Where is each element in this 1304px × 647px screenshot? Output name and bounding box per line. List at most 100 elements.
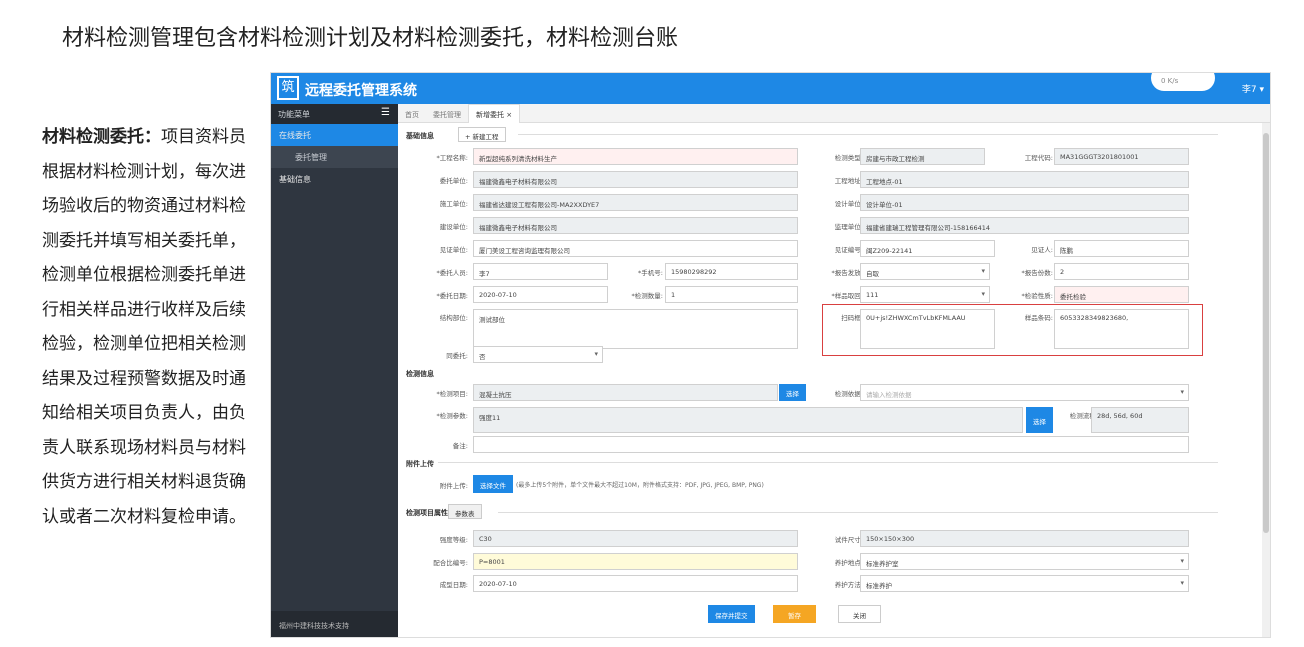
label: 工程地址: [834, 177, 863, 185]
description-text: 材料检测委托：项目资料员根据材料检测计划，每次进场验收后的物资通过材料检测委托并… [42, 120, 247, 534]
flow-field[interactable]: 28d, 56d, 60d [1091, 407, 1189, 433]
label: 检测类型: [834, 154, 863, 162]
add-project-button[interactable]: + 新建工程 [458, 127, 506, 142]
owner-field[interactable]: 福建微鑫电子材料有限公司 [473, 217, 798, 234]
sidebar-header: 功能菜单 ☰ [271, 104, 398, 124]
part-textarea[interactable]: 测试部位 [473, 309, 798, 349]
sidebar-footer: 福州中建科技技术支持 [271, 611, 398, 637]
chevron-down-icon: ▾ [1180, 579, 1184, 587]
label: 养护方法: [834, 581, 863, 589]
report-mode-value: 自取 [866, 270, 879, 278]
label: 工程代码: [1024, 154, 1053, 162]
label: 建设单位: [439, 223, 468, 231]
grade-field[interactable]: C30 [473, 530, 798, 547]
close-button[interactable]: 关闭 [838, 605, 881, 623]
site-field[interactable]: 工程地点-01 [860, 171, 1189, 188]
label: 检测流程: [1069, 412, 1098, 420]
phone-field[interactable]: 15980298292 [665, 263, 798, 280]
sample-select[interactable]: 111 ▾ [860, 286, 990, 303]
check-type-field[interactable]: 房建与市政工程检测 [860, 148, 985, 165]
same-client-select[interactable]: 否 ▾ [473, 346, 603, 363]
menu-toggle-icon[interactable]: ☰ [381, 107, 390, 118]
label: *样品取回: [831, 292, 863, 300]
client-field[interactable]: 福建微鑫电子材料有限公司 [473, 171, 798, 188]
item-field[interactable]: 混凝土抗压 [473, 384, 778, 401]
param-field[interactable]: 强度11 [473, 407, 1023, 433]
tab-home[interactable]: 首页 [398, 105, 426, 125]
label: 施工单位: [439, 200, 468, 208]
label: *检验性质: [1021, 292, 1053, 300]
report-mode-select[interactable]: 自取 ▾ [860, 263, 990, 280]
tab-new[interactable]: 新增委托 × [468, 104, 521, 125]
witness-no-field[interactable]: 闽Z209-22141 [860, 240, 995, 257]
cure-way-select[interactable]: 标准养护 ▾ [860, 575, 1189, 592]
size-field[interactable]: 150×150×300 [860, 530, 1189, 547]
same-client-value: 否 [479, 353, 486, 361]
project-name-select[interactable]: 新型超纯系列清洗材料生产 [473, 148, 798, 165]
basis-select[interactable]: 请输入检测依据 ▾ [860, 384, 1189, 401]
chevron-down-icon: ▾ [594, 350, 598, 358]
divider [438, 462, 1218, 463]
label: 成型日期: [439, 581, 468, 589]
param-table-button[interactable]: 参数表 [448, 504, 482, 519]
label: *检测数量: [631, 292, 663, 300]
scrollbar-thumb[interactable] [1263, 133, 1269, 533]
sidebar-item-online[interactable]: 在线委托 [271, 124, 398, 146]
nature-field[interactable]: 委托检验 [1054, 286, 1189, 303]
save-draft-button[interactable]: 暂存 [773, 605, 816, 623]
sidebar-header-label: 功能菜单 [278, 110, 310, 119]
report-count-field[interactable]: 2 [1054, 263, 1189, 280]
designer-field[interactable]: 设计单位-01 [860, 194, 1189, 211]
builder-field[interactable]: 福建省达建设工程有限公司-MA2XXDYE7 [473, 194, 798, 211]
section-basic: 基础信息 [406, 132, 434, 140]
tab-manage[interactable]: 委托管理 [426, 105, 468, 125]
sidebar: 功能菜单 ☰ 在线委托 委托管理 基础信息 福州中建科技技术支持 [271, 104, 398, 637]
scrollbar[interactable] [1262, 123, 1270, 637]
form-area: 基础信息 + 新建工程 *工程名称: 新型超纯系列清洗材料生产 检测类型: 房建… [398, 123, 1264, 637]
top-bar: 筑 远程委托管理系统 0 K/s 李7 ▾ [271, 73, 1270, 104]
mix-field[interactable]: P=8001 [473, 553, 798, 570]
barcode-textarea[interactable]: 6053328349823680, [1054, 309, 1189, 349]
choose-file-button[interactable]: 选择文件 [473, 475, 513, 493]
chevron-down-icon: ▾ [981, 290, 985, 298]
label: 扫码框: [841, 314, 863, 322]
label: 配合比编号: [433, 559, 468, 567]
section-detect: 检测信息 [406, 370, 434, 378]
description-body: 项目资料员根据材料检测计划，每次进场验收后的物资通过材料检测委托并填写相关委托单… [42, 127, 246, 527]
tab-bar: 首页 委托管理 新增委托 × [398, 104, 1270, 125]
save-submit-button[interactable]: 保存并提交 [708, 605, 755, 623]
chevron-down-icon: ▾ [1180, 388, 1184, 396]
label: 设计单位: [834, 200, 863, 208]
choose-item-button[interactable]: 选择 [779, 384, 806, 401]
label: 见证单位: [439, 246, 468, 254]
slide-title: 材料检测管理包含材料检测计划及材料检测委托，材料检测台账 [62, 26, 679, 51]
label: 结构部位: [439, 314, 468, 322]
witness-unit-field[interactable]: 厦门美设工程咨询监理有限公司 [473, 240, 798, 257]
quantity-field[interactable]: 1 [665, 286, 798, 303]
client-person-field[interactable]: 李7 [473, 263, 608, 280]
sidebar-item-basic[interactable]: 基础信息 [271, 168, 398, 190]
witness-person-field[interactable]: 陈鹏 [1054, 240, 1189, 257]
label: *检测参数: [436, 412, 468, 420]
user-menu[interactable]: 李7 ▾ [1242, 82, 1264, 95]
label: 委托单位: [439, 177, 468, 185]
app-window: 筑 远程委托管理系统 0 K/s 李7 ▾ 功能菜单 ☰ 在线委托 委托管理 基础… [270, 72, 1271, 638]
remark-field[interactable] [473, 436, 1189, 453]
label: 检测依据: [834, 390, 863, 398]
label: 附件上传: [439, 482, 468, 490]
speed-widget: 0 K/s [1151, 73, 1215, 91]
label: *委托日期: [436, 292, 468, 300]
label: *工程名称: [436, 154, 468, 162]
divider [518, 134, 1218, 135]
date-field[interactable]: 2020-07-10 [473, 286, 608, 303]
project-code-field[interactable]: MA31GGGT3201801001 [1054, 148, 1189, 165]
divider [498, 512, 1218, 513]
cure-place-select[interactable]: 标准养护室 ▾ [860, 553, 1189, 570]
label: 监理单位: [834, 223, 863, 231]
scan-textarea[interactable]: 0U+js!ZHWXCmTvLbKFMLAAU [860, 309, 995, 349]
sidebar-item-manage[interactable]: 委托管理 [271, 146, 398, 168]
form-date-field[interactable]: 2020-07-10 [473, 575, 798, 592]
cure-way-value: 标准养护 [866, 582, 892, 590]
label: *报告份数: [1021, 269, 1053, 277]
supervisor-field[interactable]: 福建省建瑞工程管理有限公司-158166414 [860, 217, 1189, 234]
